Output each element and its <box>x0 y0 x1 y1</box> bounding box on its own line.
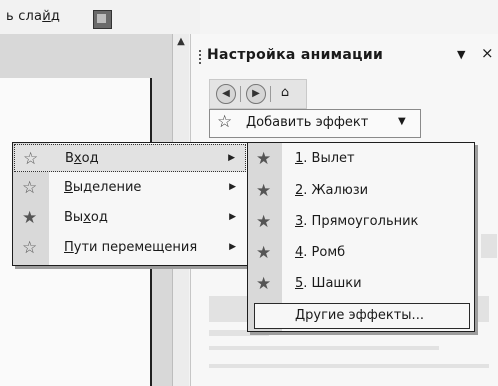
emphasis-star-icon: ☆ <box>22 178 38 198</box>
submenu-arrow-icon: ▶ <box>228 153 235 163</box>
motion-path-star-icon: ☆ <box>22 238 38 258</box>
add-effect-button[interactable]: ☆ Добавить эффект ▼ <box>209 109 421 138</box>
submenu-item-box[interactable]: ★ 3. Прямоугольник <box>249 206 473 238</box>
slide-caption-prefix: ь сла <box>6 9 43 24</box>
diamond-star-icon: ★ <box>256 243 272 263</box>
toolbar-divider <box>240 86 241 102</box>
faded-label <box>209 346 439 350</box>
slide-caption: ь слайд <box>6 9 60 24</box>
slide-caption-strip: ь слайд <box>0 0 200 34</box>
menu-item-label: Выход <box>64 210 108 225</box>
add-effect-star-icon: ☆ <box>217 112 233 132</box>
more-effects-label: Другие эффекты... <box>295 308 424 323</box>
submenu-item-label: 4. Ромб <box>295 245 346 260</box>
pane-header: Настройка анимации ▼ × <box>191 34 498 72</box>
home-icon[interactable]: ⌂ <box>276 84 294 102</box>
chevron-down-icon: ▼ <box>398 116 406 127</box>
forward-icon[interactable]: ▶ <box>246 84 266 104</box>
submenu-item-checkerboard[interactable]: ★ 5. Шашки <box>249 268 473 300</box>
scroll-up-icon[interactable]: ▲ <box>173 34 189 50</box>
menu-item-label: Пути перемещения <box>64 240 198 255</box>
pane-title: Настройка анимации <box>207 47 384 63</box>
faded-label <box>209 364 489 368</box>
pane-close-icon[interactable]: × <box>481 44 494 62</box>
box-star-icon: ★ <box>256 212 272 232</box>
submenu-item-label: 2. Жалюзи <box>295 183 369 198</box>
back-icon[interactable]: ◀ <box>216 84 236 104</box>
slide-thumbnail-icon[interactable] <box>93 10 112 29</box>
submenu-item-label: 5. Шашки <box>295 276 362 291</box>
entrance-star-icon: ☆ <box>23 149 39 169</box>
submenu-item-blinds[interactable]: ★ 2. Жалюзи <box>249 175 473 207</box>
toolbar-divider <box>270 86 271 102</box>
slide-caption-suffix: д <box>50 9 61 24</box>
submenu-item-fly-in[interactable]: ★ 1. Вылет <box>249 143 473 175</box>
submenu-arrow-icon: ▶ <box>229 242 236 252</box>
submenu-arrow-icon: ▶ <box>229 182 236 192</box>
menu-item-exit[interactable]: ★ Выход ▶ <box>14 204 246 232</box>
submenu-item-diamond[interactable]: ★ 4. Ромб <box>249 237 473 269</box>
entrance-effects-submenu: ★ 1. Вылет ★ 2. Жалюзи ★ 3. Прямоугольни… <box>247 142 475 332</box>
faded-control <box>481 234 497 258</box>
menu-item-emphasis[interactable]: ☆ Выделение ▶ <box>14 174 246 202</box>
fly-in-star-icon: ★ <box>256 149 272 169</box>
pane-grip-handle[interactable] <box>199 50 203 64</box>
add-effect-label: Добавить эффект <box>246 115 369 130</box>
submenu-item-label: 3. Прямоугольник <box>295 214 419 229</box>
menu-item-label: Выделение <box>64 180 142 195</box>
menu-item-entrance[interactable]: ☆ Вход ▶ <box>14 144 246 172</box>
submenu-item-label: 1. Вылет <box>295 151 355 166</box>
submenu-arrow-icon: ▶ <box>229 212 236 222</box>
exit-star-icon: ★ <box>22 208 38 228</box>
pane-menu-dropdown-icon[interactable]: ▼ <box>457 48 465 61</box>
pane-nav-toolbar: ◀ ▶ ⌂ <box>209 79 307 109</box>
effect-type-menu: ☆ Вход ▶ ☆ Выделение ▶ ★ Выход ▶ ☆ Пути … <box>12 142 248 266</box>
blinds-star-icon: ★ <box>256 181 272 201</box>
slide-caption-accel: й <box>42 9 51 24</box>
checkerboard-star-icon: ★ <box>256 274 272 294</box>
menu-item-motion-paths[interactable]: ☆ Пути перемещения ▶ <box>14 234 246 262</box>
more-effects-item[interactable]: Другие эффекты... <box>254 303 470 329</box>
menu-item-label: Вход <box>65 151 99 166</box>
